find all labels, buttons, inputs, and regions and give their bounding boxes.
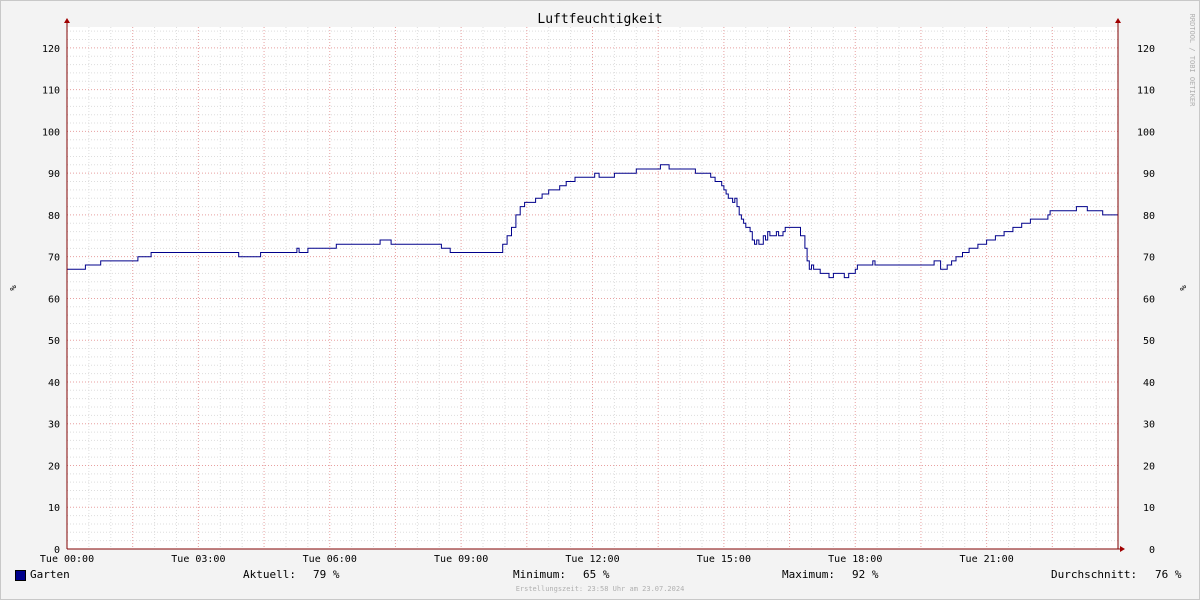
legend-current-value: 79 % bbox=[313, 568, 340, 581]
y-tick-label-right: 70 bbox=[1143, 253, 1155, 264]
y-tick-label-right: 0 bbox=[1149, 545, 1155, 556]
footer-timestamp: Erstellungszeit: 23:58 Uhr am 23.07.2024 bbox=[515, 585, 685, 593]
legend-current-label: Aktuell: bbox=[243, 568, 296, 581]
x-axis-arrow bbox=[1120, 546, 1125, 552]
legend-row: Garten Aktuell: 79 % Minimum: 65 % Maxim… bbox=[0, 568, 1200, 584]
chart-title: Luftfeuchtigkeit bbox=[537, 12, 662, 27]
y-tick-label-left: 100 bbox=[42, 127, 60, 138]
y-tick-label-left: 50 bbox=[48, 336, 60, 347]
y-tick-label-right: 50 bbox=[1143, 336, 1155, 347]
y-tick-label-right: 30 bbox=[1143, 420, 1155, 431]
y-tick-label-right: 10 bbox=[1143, 503, 1155, 514]
legend-min-value: 65 % bbox=[583, 568, 610, 581]
legend-series-name: Garten bbox=[30, 568, 70, 581]
x-tick-label: Tue 12:00 bbox=[565, 554, 619, 565]
y-tick-label-left: 110 bbox=[42, 86, 60, 97]
x-tick-label: Tue 06:00 bbox=[303, 554, 357, 565]
y-tick-label-left: 120 bbox=[42, 44, 60, 55]
y-tick-label-left: 40 bbox=[48, 378, 60, 389]
y-tick-label-right: 60 bbox=[1143, 294, 1155, 305]
watermark: RRDTOOL / TOBI OETIKER bbox=[1188, 14, 1196, 108]
y-tick-label-right: 110 bbox=[1137, 86, 1155, 97]
y-tick-label-left: 90 bbox=[48, 169, 60, 180]
y-tick-label-right: 90 bbox=[1143, 169, 1155, 180]
legend-avg-value: 76 % bbox=[1155, 568, 1182, 581]
y-tick-label-left: 30 bbox=[48, 420, 60, 431]
x-tick-label: Tue 00:00 bbox=[40, 554, 94, 565]
legend-max-label: Maximum: bbox=[782, 568, 835, 581]
y-tick-label-left: 80 bbox=[48, 211, 60, 222]
y-tick-label-right: 40 bbox=[1143, 378, 1155, 389]
y-axis-arrow-left bbox=[64, 18, 70, 23]
legend-max-value: 92 % bbox=[852, 568, 879, 581]
y-tick-label-left: 70 bbox=[48, 253, 60, 264]
y-tick-label-left: 20 bbox=[48, 461, 60, 472]
legend-min-label: Minimum: bbox=[513, 568, 566, 581]
humidity-chart: 0 010 1020 2030 3040 4050 5060 6070 7080 8090 9010… bbox=[7, 12, 1196, 565]
y-tick-label-right: 120 bbox=[1137, 44, 1155, 55]
legend-avg-label: Durchschnitt: bbox=[1051, 568, 1138, 581]
y-tick-label-left: 10 bbox=[48, 503, 60, 514]
y-tick-label-right: 20 bbox=[1143, 461, 1155, 472]
y-tick-label-left: 60 bbox=[48, 294, 60, 305]
x-tick-label: Tue 18:00 bbox=[828, 554, 882, 565]
y-tick-label-right: 100 bbox=[1137, 127, 1155, 138]
y-tick-label-right: 80 bbox=[1143, 211, 1155, 222]
x-tick-label: Tue 03:00 bbox=[171, 554, 225, 565]
y-axis-label-left: % bbox=[7, 285, 17, 291]
y-axis-arrow-right bbox=[1115, 18, 1121, 23]
x-tick-label: Tue 09:00 bbox=[434, 554, 488, 565]
x-tick-label: Tue 21:00 bbox=[960, 554, 1014, 565]
x-tick-label: Tue 15:00 bbox=[697, 554, 751, 565]
y-axis-label-right: % bbox=[1177, 285, 1187, 291]
